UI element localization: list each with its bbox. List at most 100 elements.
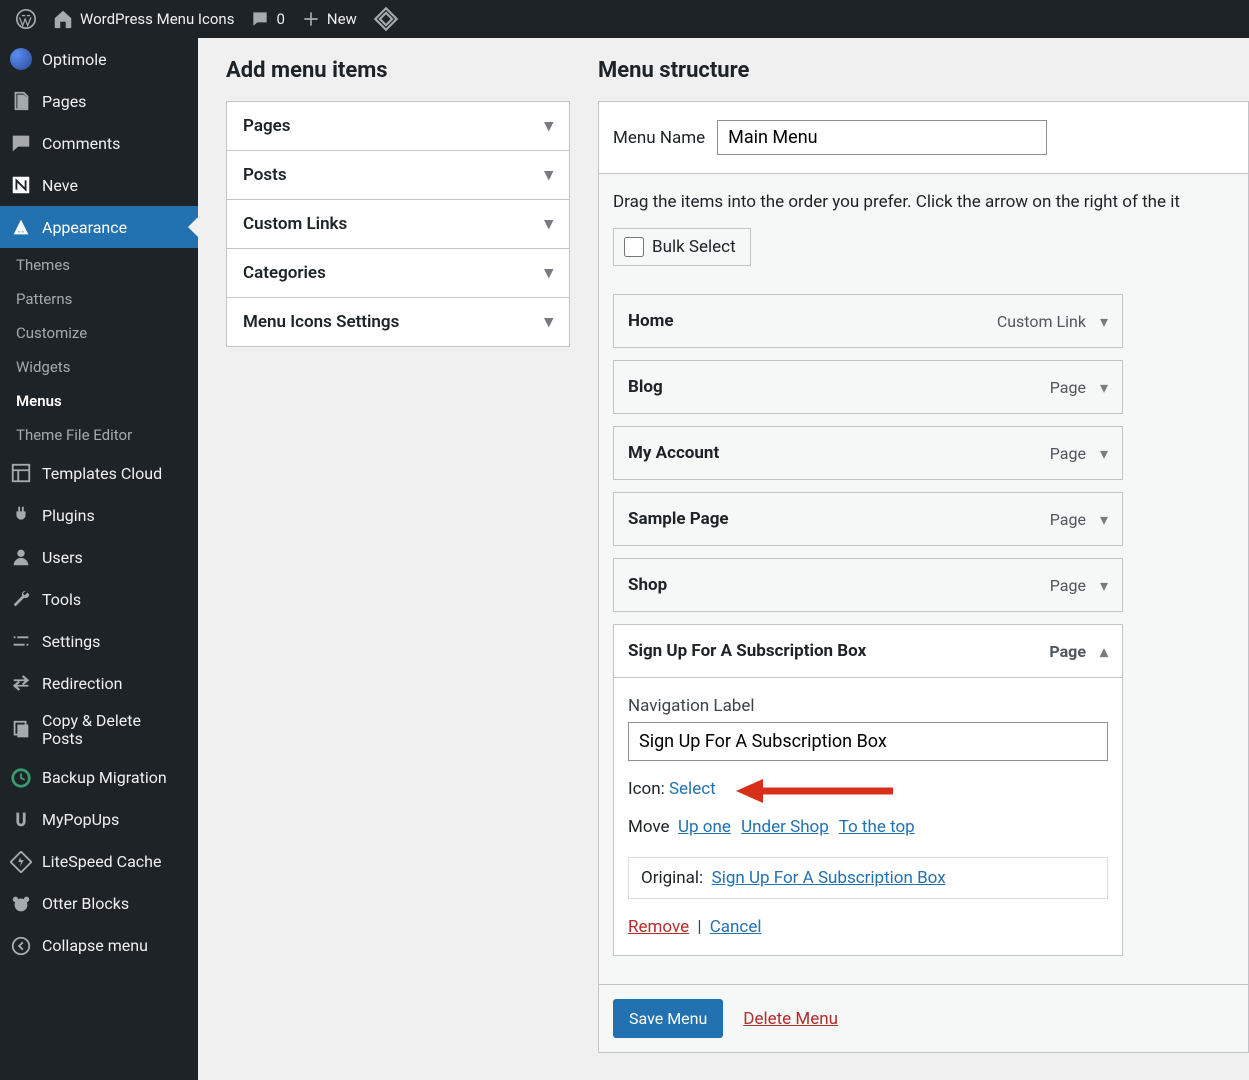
add-items-accordion: Pages▾ Posts▾ Custom Links▾ Categories▾ … — [226, 101, 570, 347]
annotation-arrow — [728, 773, 898, 809]
remove-link[interactable]: Remove — [628, 917, 689, 937]
admin-sidebar: Optimole Pages Comments Neve Appearance … — [0, 38, 198, 1080]
caret-down-icon: ▾ — [1100, 510, 1108, 529]
backup-icon — [10, 767, 32, 789]
appearance-submenu: Themes Patterns Customize Widgets Menus … — [0, 248, 198, 452]
menu-footer: Save Menu Delete Menu — [598, 984, 1249, 1053]
sidebar-item-label: Copy & DeletePosts — [42, 712, 188, 749]
sidebar-collapse[interactable]: Collapse menu — [0, 925, 198, 967]
sidebar-item-mypopups[interactable]: MyPopUps — [0, 799, 198, 841]
wp-logo[interactable] — [8, 0, 44, 38]
delete-menu-link[interactable]: Delete Menu — [743, 1009, 838, 1029]
icon-row: Icon: Select — [628, 779, 1108, 799]
panel-pages[interactable]: Pages▾ — [227, 102, 569, 151]
menu-item-shop[interactable]: Shop Page▾ — [613, 558, 1123, 612]
original-link[interactable]: Sign Up For A Subscription Box — [712, 868, 946, 888]
submenu-menus[interactable]: Menus — [0, 384, 198, 418]
panel-posts[interactable]: Posts▾ — [227, 151, 569, 200]
menu-item-sample-page[interactable]: Sample Page Page▾ — [613, 492, 1123, 546]
sidebar-item-users[interactable]: Users — [0, 536, 198, 578]
menu-item-blog[interactable]: Blog Page▾ — [613, 360, 1123, 414]
mypopups-icon — [10, 809, 32, 831]
submenu-theme-file-editor[interactable]: Theme File Editor — [0, 418, 198, 452]
instructions-text: Drag the items into the order you prefer… — [613, 192, 1234, 212]
cancel-link[interactable]: Cancel — [710, 917, 762, 937]
remove-cancel-row: Remove | Cancel — [628, 917, 1108, 937]
users-icon — [10, 546, 32, 568]
caret-down-icon: ▾ — [1100, 378, 1108, 397]
bulk-select-toggle[interactable]: Bulk Select — [613, 228, 751, 266]
sidebar-item-backup[interactable]: Backup Migration — [0, 757, 198, 799]
sidebar-item-appearance[interactable]: Appearance — [0, 206, 198, 248]
icon-select-link[interactable]: Select — [669, 779, 716, 799]
menu-name-row: Menu Name — [598, 101, 1249, 174]
bulk-select-checkbox[interactable] — [624, 237, 644, 257]
sidebar-item-comments[interactable]: Comments — [0, 122, 198, 164]
menu-item-signup[interactable]: Sign Up For A Subscription Box Page▴ — [613, 624, 1123, 678]
copy-icon — [10, 719, 32, 741]
tools-icon — [10, 588, 32, 610]
menu-name-input[interactable] — [717, 120, 1047, 155]
sidebar-item-otter[interactable]: Otter Blocks — [0, 883, 198, 925]
save-menu-button[interactable]: Save Menu — [613, 999, 723, 1038]
panel-custom-links[interactable]: Custom Links▾ — [227, 200, 569, 249]
litespeed-icon — [10, 851, 32, 873]
sidebar-item-litespeed[interactable]: LiteSpeed Cache — [0, 841, 198, 883]
redirection-icon — [10, 672, 32, 694]
site-title: WordPress Menu Icons — [80, 10, 234, 28]
collapse-icon — [10, 935, 32, 957]
menu-item-signup-wrapper: Sign Up For A Subscription Box Page▴ Nav… — [613, 624, 1234, 956]
sidebar-item-settings[interactable]: Settings — [0, 620, 198, 662]
move-row: Move Up one Under Shop To the top — [628, 817, 1108, 837]
submenu-patterns[interactable]: Patterns — [0, 282, 198, 316]
menu-item-my-account[interactable]: My Account Page▾ — [613, 426, 1123, 480]
submenu-themes[interactable]: Themes — [0, 248, 198, 282]
caret-down-icon: ▾ — [1100, 576, 1108, 595]
structure-heading: Menu structure — [598, 58, 1249, 83]
move-top-link[interactable]: To the top — [839, 817, 915, 837]
optimole-icon — [10, 48, 32, 70]
menu-item-home[interactable]: Home Custom Link▾ — [613, 294, 1123, 348]
sidebar-item-optimole[interactable]: Optimole — [0, 38, 198, 80]
caret-down-icon: ▾ — [1100, 444, 1108, 463]
sidebar-item-redirection[interactable]: Redirection — [0, 662, 198, 704]
appearance-icon — [10, 216, 32, 238]
move-up-link[interactable]: Up one — [678, 817, 731, 837]
panel-menu-icons-settings[interactable]: Menu Icons Settings▾ — [227, 298, 569, 346]
plugins-icon — [10, 504, 32, 526]
caret-down-icon: ▾ — [544, 263, 553, 283]
comments-count: 0 — [276, 10, 284, 28]
sidebar-item-plugins[interactable]: Plugins — [0, 494, 198, 536]
sidebar-item-templates-cloud[interactable]: Templates Cloud — [0, 452, 198, 494]
plus-icon — [301, 9, 321, 29]
comments-shortcut[interactable]: 0 — [242, 0, 292, 38]
menu-item-settings: Navigation Label Icon: Select Move — [613, 678, 1123, 956]
home-icon — [52, 8, 74, 30]
nav-label-input[interactable] — [628, 722, 1108, 761]
menu-name-label: Menu Name — [613, 128, 705, 148]
new-content[interactable]: New — [293, 0, 365, 38]
caret-down-icon: ▾ — [544, 116, 553, 136]
menu-structure-column: Menu structure Menu Name Drag the items … — [598, 58, 1249, 1060]
add-items-heading: Add menu items — [226, 58, 570, 83]
add-menu-items-column: Add menu items Pages▾ Posts▾ Custom Link… — [226, 58, 570, 1060]
panel-categories[interactable]: Categories▾ — [227, 249, 569, 298]
caret-up-icon: ▴ — [1100, 642, 1108, 661]
caret-down-icon: ▾ — [1100, 312, 1108, 331]
pages-icon — [10, 90, 32, 112]
move-under-link[interactable]: Under Shop — [741, 817, 829, 837]
submenu-customize[interactable]: Customize — [0, 316, 198, 350]
diamond-icon — [373, 6, 399, 32]
submenu-widgets[interactable]: Widgets — [0, 350, 198, 384]
comment-icon — [250, 9, 270, 29]
sidebar-item-pages[interactable]: Pages — [0, 80, 198, 122]
sidebar-item-copy-delete[interactable]: Copy & DeletePosts — [0, 704, 198, 757]
new-label: New — [327, 10, 357, 28]
sidebar-item-neve[interactable]: Neve — [0, 164, 198, 206]
wordpress-icon — [16, 9, 36, 29]
extra-toolbar-item[interactable] — [365, 0, 407, 38]
otter-icon — [10, 893, 32, 915]
site-home[interactable]: WordPress Menu Icons — [44, 0, 242, 38]
sidebar-item-tools[interactable]: Tools — [0, 578, 198, 620]
menu-structure-body: Drag the items into the order you prefer… — [598, 174, 1249, 984]
